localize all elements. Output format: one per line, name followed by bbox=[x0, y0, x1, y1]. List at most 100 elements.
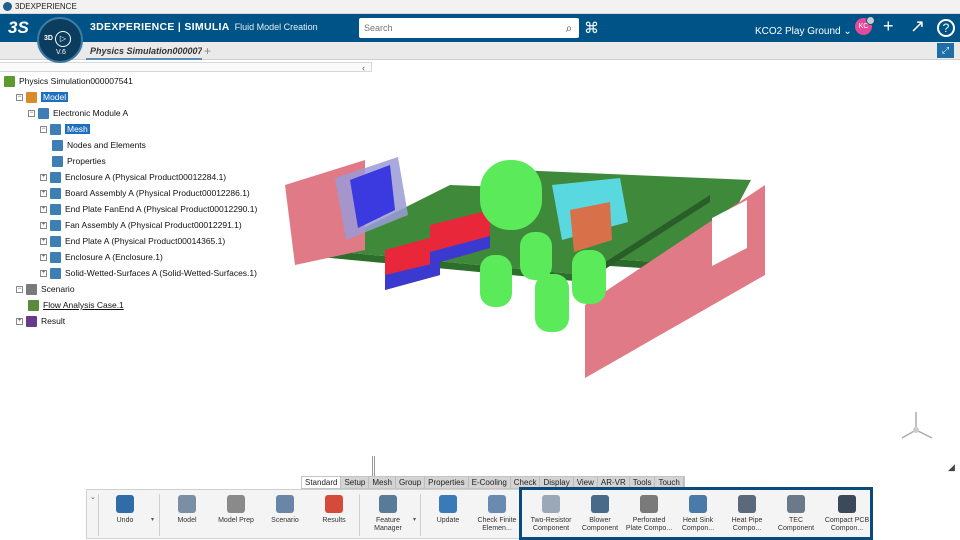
tool-label: Update bbox=[436, 517, 460, 524]
feature-manager-button[interactable]: Feature Manager bbox=[363, 495, 413, 533]
tool-label: Check Finite Elemen... bbox=[477, 517, 517, 532]
tenant-selector[interactable]: KCO2 Play Ground ⌄ bbox=[755, 26, 852, 37]
tab-standard[interactable]: Standard bbox=[302, 477, 342, 488]
compass-3d-label: 3D bbox=[44, 35, 53, 42]
tree-node-label[interactable]: Model bbox=[41, 92, 69, 102]
undo-dropdown-icon[interactable]: ▾ bbox=[151, 516, 154, 523]
scenario-icon bbox=[276, 495, 294, 513]
model-prep-button[interactable]: Model Prep bbox=[211, 495, 261, 525]
tab-physics-simulation[interactable]: Physics Simulation0000075 bbox=[86, 42, 202, 60]
toolbar-divider bbox=[98, 494, 99, 536]
tree-node-label[interactable]: Fan Assembly A (Physical Product00012291… bbox=[65, 220, 242, 230]
expand-icon[interactable]: + bbox=[40, 173, 47, 181]
capacitor-5[interactable] bbox=[572, 250, 606, 304]
tree-node-label[interactable]: Mesh bbox=[65, 124, 90, 134]
capacitor-4[interactable] bbox=[535, 274, 569, 332]
tree-node[interactable]: − Model bbox=[16, 90, 69, 104]
toolbar-overflow-icon[interactable]: ⌄ bbox=[90, 493, 96, 501]
tree-node[interactable]: Physics Simulation000007541 bbox=[4, 74, 133, 88]
tree-node[interactable]: + Enclosure A (Physical Product00012284.1… bbox=[40, 170, 226, 184]
search-input[interactable] bbox=[359, 19, 559, 37]
tree-node[interactable]: − Mesh bbox=[40, 122, 90, 136]
capacitor-large[interactable] bbox=[480, 160, 542, 230]
tree-node[interactable]: + Enclosure A (Enclosure.1) bbox=[40, 250, 163, 264]
tree-node-icon bbox=[50, 171, 61, 183]
resize-corner-icon[interactable]: ◢ bbox=[948, 462, 955, 473]
tree-node-icon bbox=[50, 267, 61, 279]
tree-node-label[interactable]: Result bbox=[41, 316, 65, 326]
tree-node[interactable]: − Scenario bbox=[16, 282, 75, 296]
tree-node-label[interactable]: Nodes and Elements bbox=[67, 140, 146, 150]
tree-node[interactable]: Properties bbox=[52, 154, 106, 168]
scenario-button[interactable]: Scenario bbox=[260, 495, 310, 525]
expand-icon[interactable]: + bbox=[40, 253, 47, 261]
tree-node-label[interactable]: End Plate FanEnd A (Physical Product0001… bbox=[65, 204, 257, 214]
add-icon[interactable]: + bbox=[883, 16, 894, 36]
tab-mesh[interactable]: Mesh bbox=[369, 477, 396, 488]
expand-icon[interactable]: + bbox=[40, 269, 47, 277]
search-box[interactable]: ⌕ bbox=[359, 18, 579, 38]
expand-icon[interactable]: + bbox=[16, 317, 23, 325]
feature-manager-dropdown-icon[interactable]: ▾ bbox=[413, 516, 416, 523]
tag-icon[interactable]: ⌘ bbox=[584, 19, 599, 37]
tree-node-label[interactable]: End Plate A (Physical Product00014365.1) bbox=[65, 236, 225, 246]
tree-node[interactable]: + Board Assembly A (Physical Product00012… bbox=[40, 186, 250, 200]
share-icon[interactable]: ↗ bbox=[910, 16, 925, 36]
tree-node-label[interactable]: Electronic Module A bbox=[53, 108, 128, 118]
avatar[interactable]: KC bbox=[855, 16, 875, 35]
fullscreen-icon[interactable]: ⤢ bbox=[937, 43, 954, 58]
e-cooling-group-frame bbox=[519, 487, 873, 540]
expand-icon[interactable]: + bbox=[40, 189, 47, 197]
tree-node[interactable]: Flow Analysis Case.1 bbox=[28, 298, 124, 312]
tab-properties[interactable]: Properties bbox=[425, 477, 469, 488]
tree-node[interactable]: + End Plate FanEnd A (Physical Product000… bbox=[40, 202, 257, 216]
axis-triad-icon[interactable] bbox=[898, 408, 938, 444]
collapse-icon[interactable]: − bbox=[16, 285, 23, 293]
tree-node[interactable]: + Fan Assembly A (Physical Product0001229… bbox=[40, 218, 242, 232]
ds-logo[interactable]: 3S bbox=[8, 18, 29, 38]
undo-icon bbox=[116, 495, 134, 513]
tab-setup[interactable]: Setup bbox=[341, 477, 370, 488]
tab-group[interactable]: Group bbox=[396, 477, 426, 488]
tree-node-icon bbox=[50, 123, 61, 135]
tree-node-label[interactable]: Board Assembly A (Physical Product000122… bbox=[65, 188, 250, 198]
results-button[interactable]: Results bbox=[309, 495, 359, 525]
add-tab-icon[interactable]: + bbox=[204, 44, 211, 58]
tab-bar: Physics Simulation0000075 + bbox=[0, 42, 960, 60]
help-icon[interactable]: ? bbox=[937, 19, 955, 37]
capacitor-3[interactable] bbox=[480, 255, 512, 307]
tree-node-label[interactable]: Physics Simulation000007541 bbox=[19, 76, 133, 86]
expand-icon[interactable]: + bbox=[40, 237, 47, 245]
expand-icon[interactable]: + bbox=[40, 205, 47, 213]
tree-node-icon bbox=[50, 219, 61, 231]
tree-node[interactable]: − Electronic Module A bbox=[28, 106, 128, 120]
undo-button[interactable]: Undo bbox=[100, 495, 150, 525]
tab-e-cooling[interactable]: E-Cooling bbox=[469, 477, 511, 488]
capacitor-2[interactable] bbox=[520, 232, 552, 280]
expand-icon[interactable]: + bbox=[40, 221, 47, 229]
check-button[interactable]: Check Finite Elemen... bbox=[472, 495, 522, 533]
tree-node[interactable]: + Result bbox=[16, 314, 65, 328]
tree-node-label[interactable]: Enclosure A (Physical Product00012284.1) bbox=[65, 172, 226, 182]
update-button[interactable]: Update bbox=[423, 495, 473, 525]
tree-node-label[interactable]: Scenario bbox=[41, 284, 75, 294]
tree-node[interactable]: + Solid-Wetted-Surfaces A (Solid-Wetted-S… bbox=[40, 266, 257, 280]
tree-node-label[interactable]: Solid-Wetted-Surfaces A (Solid-Wetted-Su… bbox=[65, 268, 257, 278]
tree-node[interactable]: Nodes and Elements bbox=[52, 138, 146, 152]
collapse-icon[interactable]: − bbox=[16, 93, 23, 101]
tree-node-label[interactable]: Enclosure A (Enclosure.1) bbox=[65, 252, 163, 262]
tree-node-label[interactable]: Properties bbox=[67, 156, 106, 166]
collapse-icon[interactable]: − bbox=[40, 125, 47, 133]
tree-node[interactable]: + End Plate A (Physical Product00014365.1… bbox=[40, 234, 225, 248]
play-icon[interactable]: ▷ bbox=[55, 31, 71, 47]
compass-widget[interactable]: 3D ▷ V.6 bbox=[37, 17, 83, 63]
model-render[interactable] bbox=[280, 60, 776, 380]
collapse-icon[interactable]: − bbox=[28, 109, 35, 117]
search-icon[interactable]: ⌕ bbox=[559, 21, 579, 36]
tree-node-icon bbox=[26, 283, 37, 295]
panel-splitter[interactable] bbox=[372, 456, 375, 476]
model-button[interactable]: Model bbox=[162, 495, 212, 525]
tree-node-label[interactable]: Flow Analysis Case.1 bbox=[43, 300, 124, 310]
tree-node-icon bbox=[52, 139, 63, 151]
feature-manager-icon bbox=[379, 495, 397, 513]
